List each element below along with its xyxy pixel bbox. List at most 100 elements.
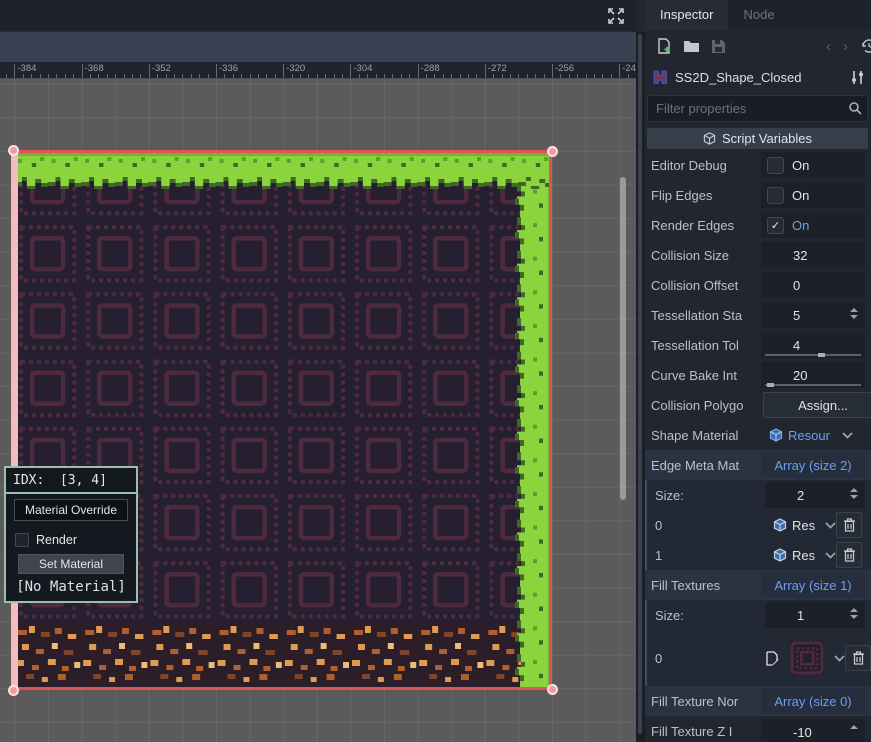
array-item-row-0: 0 Res [645, 510, 871, 540]
property-row-editor-debug: Editor Debug On [645, 150, 871, 180]
inspector-dock: Inspector Node ‹ › [636, 0, 871, 742]
slider-grabber[interactable] [818, 353, 825, 357]
tessellation-tolerance-slider[interactable]: 4 [761, 332, 865, 358]
delete-item-button[interactable] [845, 645, 871, 671]
viewport-2d: -384-368-352-336-320-304-288-272-256-240 [0, 0, 636, 742]
property-row-flip-edges: Flip Edges On [645, 180, 871, 210]
edge-material-1-resource[interactable]: Res [773, 548, 815, 563]
shape-point-handle[interactable] [8, 685, 19, 696]
fill-texture-item-row: 0 [645, 630, 871, 686]
property-list: Editor Debug On Flip Edges On Render Edg… [645, 150, 871, 742]
viewport-vertical-scrollbar[interactable] [620, 177, 626, 500]
dock-tabbar: Inspector Node [645, 0, 871, 30]
resource-cube-icon [773, 518, 787, 532]
collision-offset-field[interactable]: 0 [761, 272, 865, 298]
edge-material-0-resource[interactable]: Res [773, 518, 815, 533]
editor-debug-checkbox[interactable] [767, 157, 784, 174]
chevron-down-icon[interactable] [825, 522, 836, 529]
assign-button[interactable]: Assign... [763, 392, 871, 418]
chevron-down-icon[interactable] [834, 655, 845, 662]
trash-icon [843, 548, 856, 562]
array-link[interactable]: Array (size 1) [774, 578, 851, 593]
shape-material-resource[interactable]: Resour [769, 428, 830, 443]
trash-icon [843, 518, 856, 532]
array-size-row: Size: 2 [645, 480, 871, 510]
property-row-shape-material: Shape Material Resour [645, 420, 871, 450]
tessellation-stages-field[interactable]: 5 [761, 302, 865, 328]
property-row-fill-texture-z-index: Fill Texture Z I -10 [645, 716, 871, 742]
property-row-curve-bake-interval: Curve Bake Int 20 [645, 360, 871, 390]
delete-item-button[interactable] [836, 542, 862, 568]
godot-editor: -384-368-352-336-320-304-288-272-256-240 [0, 0, 871, 742]
viewport-toolbar [0, 31, 636, 63]
object-history-icon[interactable] [860, 38, 871, 54]
spinner-updown-icon[interactable] [850, 608, 858, 619]
edge-material-popup: IDX: [3, 4] Material Override Render Set… [4, 466, 138, 603]
filter-row [645, 94, 871, 122]
property-row-edge-meta-materials: Edge Meta Mat Array (size 2) [645, 450, 871, 480]
history-back-icon[interactable]: ‹ [826, 39, 831, 54]
search-icon [848, 101, 862, 120]
cube-icon [703, 132, 716, 145]
array-size-field[interactable]: 1 [765, 602, 865, 628]
property-row-tessellation-stages: Tessellation Sta 5 [645, 300, 871, 330]
chevron-down-icon[interactable] [842, 432, 853, 439]
shape-point-handle[interactable] [547, 684, 558, 695]
spinner-updown-icon[interactable] [850, 488, 858, 499]
resource-name: SS2D_Shape_Closed [675, 70, 851, 85]
no-material-label: [No Material] [6, 574, 136, 601]
chevron-down-icon[interactable] [825, 552, 836, 559]
array-size-row: Size: 1 [645, 600, 871, 630]
new-resource-icon[interactable] [656, 38, 672, 54]
fill-texture-z-index-field[interactable]: -10 [761, 719, 865, 742]
spinner-updown-icon[interactable] [850, 308, 858, 319]
fill-texture-thumbnail[interactable] [790, 641, 824, 675]
shape-point-handle[interactable] [547, 146, 558, 157]
trash-icon [852, 651, 865, 665]
resource-cube-icon [769, 428, 783, 442]
array-item-row-1: 1 Res [645, 540, 871, 570]
delete-item-button[interactable] [836, 512, 862, 538]
canvas-area[interactable]: IDX: [3, 4] Material Override Render Set… [0, 79, 636, 742]
shape-point-handle[interactable] [8, 145, 19, 156]
property-row-fill-texture-normals: Fill Texture Nor Array (size 0) [645, 686, 871, 716]
inspector-toolbar: ‹ › [645, 30, 871, 62]
resource-cube-icon [773, 548, 787, 562]
ss2d-shape[interactable] [14, 150, 552, 690]
property-row-collision-polygon: Collision Polygo Assign... [645, 390, 871, 420]
spinner-up-icon[interactable] [850, 725, 858, 729]
expand-icon[interactable] [607, 7, 625, 25]
horizontal-ruler: -384-368-352-336-320-304-288-272-256-240 [0, 62, 636, 79]
property-row-tessellation-tolerance: Tessellation Tol 4 [645, 330, 871, 360]
object-tools-icon[interactable] [851, 70, 865, 85]
edit-resource-icon[interactable] [765, 651, 780, 666]
property-row-collision-offset: Collision Offset 0 [645, 270, 871, 300]
tab-node[interactable]: Node [728, 0, 789, 30]
render-checkbox[interactable] [15, 533, 29, 547]
load-resource-icon[interactable] [683, 39, 700, 53]
slider-grabber[interactable] [767, 383, 774, 387]
filter-properties-input[interactable] [654, 98, 838, 119]
render-edges-checkbox[interactable]: ✓ [767, 217, 784, 234]
array-link[interactable]: Array (size 2) [774, 458, 851, 473]
curve-bake-interval-slider[interactable]: 20 [761, 362, 865, 388]
material-override-button[interactable]: Material Override [14, 499, 128, 521]
property-row-render-edges: Render Edges ✓ On [645, 210, 871, 240]
viewport-topbar [0, 0, 636, 31]
history-forward-icon[interactable]: › [843, 39, 848, 54]
array-size-field[interactable]: 2 [765, 482, 865, 508]
collision-size-field[interactable]: 32 [761, 242, 865, 268]
flip-edges-checkbox[interactable] [767, 187, 784, 204]
inspector-scrollbar[interactable] [636, 32, 645, 742]
ss2d-shape-icon [651, 68, 669, 86]
edited-resource-row: SS2D_Shape_Closed [645, 62, 871, 92]
save-resource-icon[interactable] [711, 39, 726, 54]
selected-edge-highlight[interactable] [11, 152, 18, 689]
array-link[interactable]: Array (size 0) [774, 694, 851, 709]
tab-inspector[interactable]: Inspector [645, 0, 728, 30]
render-label: Render [36, 533, 77, 547]
idx-label: IDX: [3, 4] [6, 468, 136, 494]
property-row-collision-size: Collision Size 32 [645, 240, 871, 270]
section-script-variables[interactable]: Script Variables [647, 128, 868, 149]
set-material-button[interactable]: Set Material [18, 554, 124, 574]
